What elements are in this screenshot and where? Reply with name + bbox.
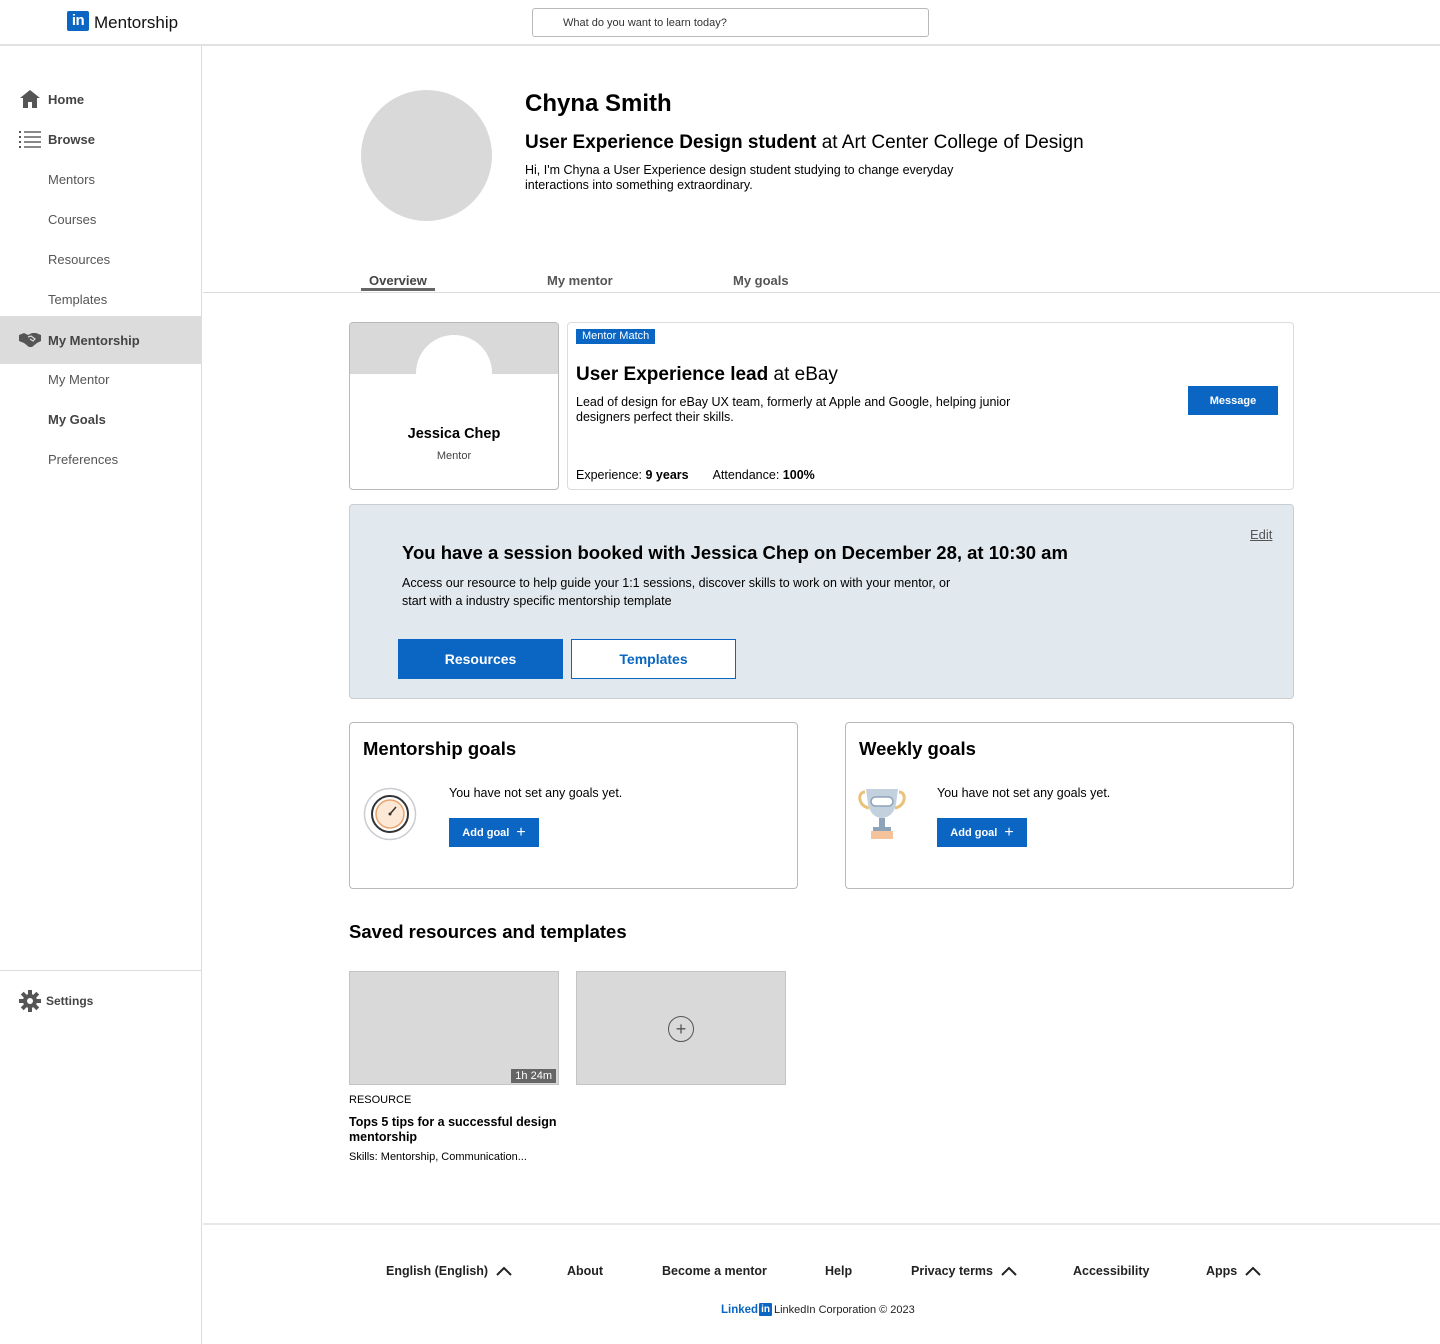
profile-name: Chyna Smith (525, 90, 672, 117)
sidebar-item-mentors[interactable]: Mentors (0, 159, 201, 199)
profile-avatar (361, 90, 492, 221)
plus-icon: + (516, 823, 526, 841)
tab-overview[interactable]: Overview (369, 273, 427, 288)
sidebar-divider (0, 970, 201, 971)
weekly-goals-card: Weekly goals You have not set any goals … (845, 722, 1294, 889)
handshake-icon (19, 329, 41, 351)
gear-icon (19, 990, 41, 1012)
tab-active-indicator (361, 288, 435, 291)
plus-icon: + (1004, 823, 1014, 841)
chevron-up-icon (1001, 1266, 1017, 1276)
saved-resources-title: Saved resources and templates (349, 921, 627, 942)
sidebar-item-resources[interactable]: Resources (0, 239, 201, 279)
mentor-name: Jessica Chep (407, 426, 501, 442)
weekly-goals-title: Weekly goals (859, 738, 976, 759)
mentor-title-role: User Experience lead (576, 364, 769, 385)
linkedin-icon: in (67, 10, 89, 31)
footer-accessibility[interactable]: Accessibility (1073, 1264, 1149, 1278)
add-goal-label: Add goal (462, 826, 510, 839)
footer-about[interactable]: About (567, 1264, 603, 1278)
profile-bio: Hi, I'm Chyna a User Experience design s… (525, 163, 954, 192)
session-banner: You have a session booked with Jessica C… (349, 504, 1294, 699)
footer-language[interactable]: English (English) (386, 1264, 512, 1278)
tab-my-mentor[interactable]: My mentor (547, 273, 613, 288)
mentor-card[interactable]: Jessica Chep Mentor (349, 322, 559, 490)
add-saved-item-tile[interactable]: + (576, 971, 786, 1085)
chevron-up-icon (496, 1266, 512, 1276)
attendance-value: 100% (782, 468, 815, 482)
footer-become-mentor[interactable]: Become a mentor (662, 1264, 767, 1278)
session-title: You have a session booked with Jessica C… (402, 542, 1068, 563)
experience-value: 9 years (645, 468, 689, 482)
resource-duration: 1h 24m (511, 1069, 556, 1083)
mentor-description: Lead of design for eBay UX team, formerl… (576, 395, 1011, 424)
sidebar-item-browse[interactable]: Browse (0, 119, 201, 159)
sidebar-item-courses[interactable]: Courses (0, 199, 201, 239)
sidebar-item-my-mentorship[interactable]: My Mentorship (0, 316, 201, 364)
tab-my-goals[interactable]: My goals (733, 273, 789, 288)
footer-help[interactable]: Help (825, 1264, 852, 1278)
add-goal-label: Add goal (950, 826, 998, 839)
search-input[interactable] (532, 8, 929, 37)
experience-label: Experience: (576, 468, 646, 482)
resource-thumbnail[interactable]: 1h 24m (349, 971, 559, 1085)
resources-button[interactable]: Resources (398, 639, 563, 679)
app-name: Mentorship (94, 13, 179, 32)
message-button[interactable]: Message (1188, 386, 1278, 415)
top-bar: in Mentorship (0, 0, 1440, 46)
profile-headline-role: User Experience Design student (525, 132, 817, 153)
footer-apps[interactable]: Apps (1206, 1264, 1261, 1278)
session-description: Access our resource to help guide your 1… (402, 576, 951, 608)
mentorship-goals-card: Mentorship goals You have not set any go… (349, 722, 798, 889)
mentor-title-org: at eBay (768, 364, 838, 385)
stopwatch-icon (363, 787, 417, 846)
footer-divider (203, 1223, 1440, 1225)
sidebar-item-my-mentor[interactable]: My Mentor (0, 359, 201, 399)
mentor-role: Mentor (436, 450, 472, 462)
resource-kind: RESOURCE (349, 1094, 412, 1106)
trophy-icon (857, 786, 907, 847)
mentor-match-badge: Mentor Match (576, 329, 656, 344)
resource-title[interactable]: Tops 5 tips for a successful design ment… (349, 1115, 559, 1145)
mentor-match-card: Mentor Match User Experience lead at eBa… (567, 322, 1294, 490)
sidebar-item-settings[interactable]: Settings (0, 986, 201, 1016)
attendance-label: Attendance: (712, 468, 783, 482)
mentor-avatar (416, 335, 492, 411)
resource-skills: Skills: Mentorship, Communication... (349, 1151, 527, 1163)
app-logo[interactable]: in Mentorship (67, 8, 178, 33)
list-icon (19, 128, 41, 150)
profile-headline: User Experience Design student at Art Ce… (525, 132, 1084, 154)
footer-copyright: Linked in LinkedIn Corporation © 2023 (721, 1303, 915, 1316)
chevron-up-icon (1245, 1266, 1261, 1276)
mentorship-goals-title: Mentorship goals (363, 738, 517, 759)
sidebar-item-preferences[interactable]: Preferences (0, 439, 201, 479)
sidebar-item-home[interactable]: Home (0, 79, 201, 119)
sidebar-item-my-goals[interactable]: My Goals (0, 399, 201, 439)
add-weekly-goal-button[interactable]: Add goal + (937, 818, 1027, 847)
mentor-title: User Experience lead at eBay (576, 364, 838, 386)
weekly-goals-empty: You have not set any goals yet. (937, 786, 1111, 800)
home-icon (19, 88, 41, 110)
mentorship-goals-empty: You have not set any goals yet. (449, 786, 623, 800)
edit-session-link[interactable]: Edit (1250, 527, 1272, 542)
mentor-stats: Experience: 9 years Attendance: 100% (576, 468, 815, 482)
add-mentorship-goal-button[interactable]: Add goal + (449, 818, 539, 847)
sidebar-item-templates[interactable]: Templates (0, 279, 201, 319)
templates-button[interactable]: Templates (571, 639, 736, 679)
sidebar: Home Browse Mentors Courses Resources Te… (0, 46, 202, 1344)
footer-privacy-terms[interactable]: Privacy terms (911, 1264, 1017, 1278)
profile-headline-org: at Art Center College of Design (816, 132, 1084, 153)
linkedin-logo: Linked in (721, 1303, 772, 1316)
plus-circle-icon: + (668, 1016, 694, 1042)
